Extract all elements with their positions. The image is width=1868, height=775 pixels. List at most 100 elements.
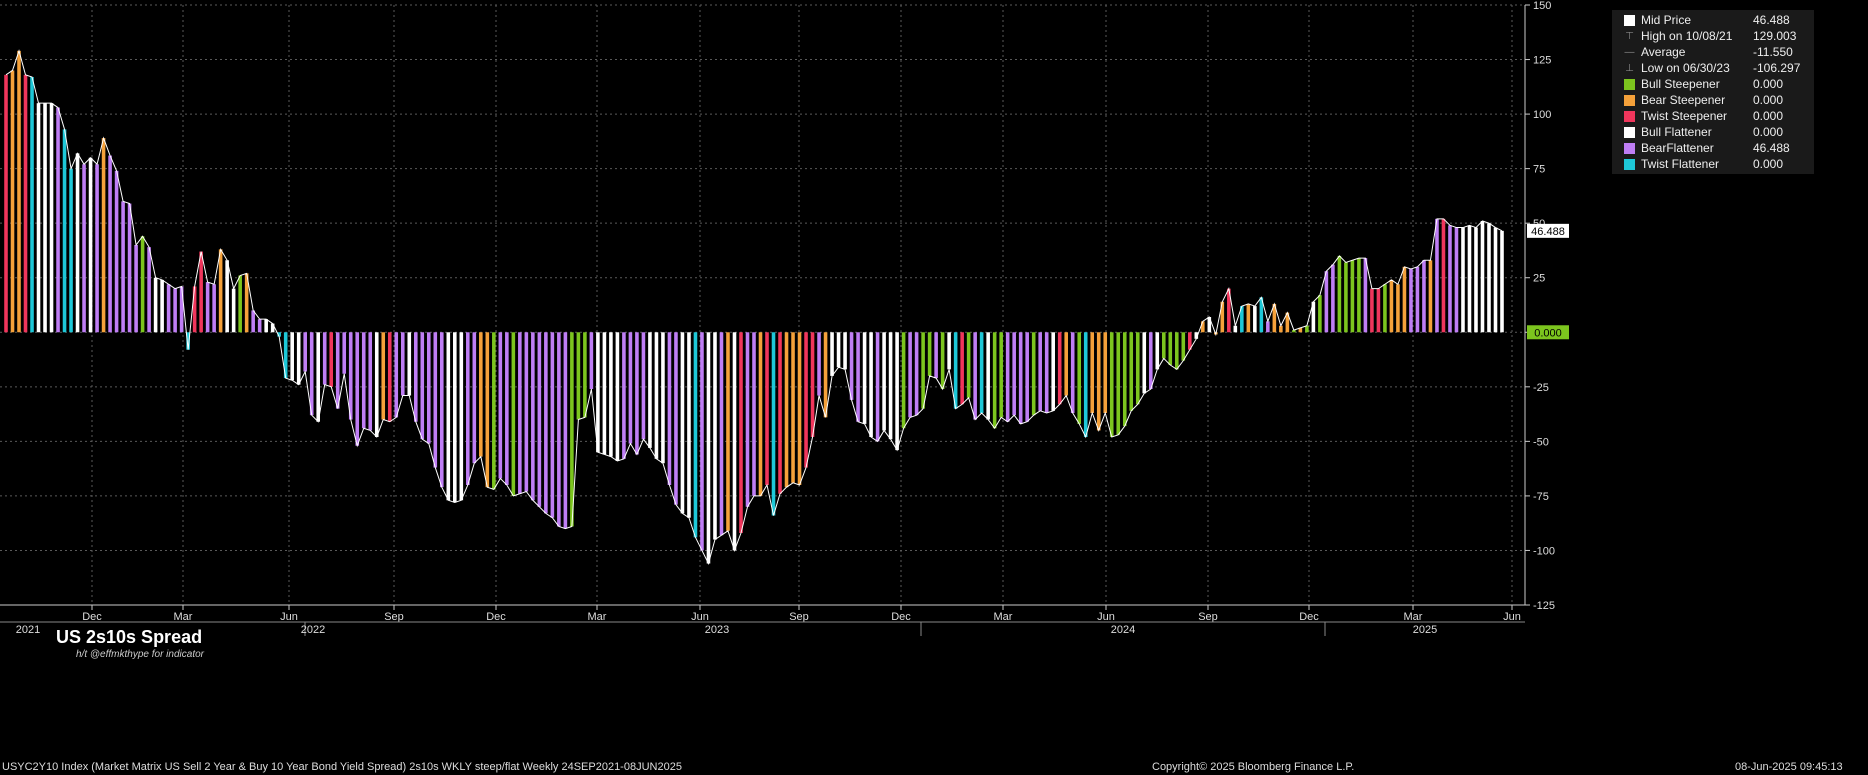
bar [69,168,73,333]
bar [413,332,418,422]
bar [849,332,854,400]
bar [426,332,431,444]
bar [966,332,971,398]
x-tick-label: Jun [1503,611,1521,623]
bar [836,332,841,368]
bar [1415,266,1420,333]
bar [1500,230,1504,333]
bar [797,332,802,485]
bar [498,332,503,479]
bar [212,284,216,333]
bar [1461,227,1465,333]
legend-value: 129.003 [1753,29,1797,43]
bar [466,332,470,485]
bar [693,332,698,538]
bar [576,332,581,420]
bar [121,201,125,333]
bar [1103,332,1108,413]
bar [10,70,15,333]
legend-label: Twist Flattener [1641,157,1720,171]
bar [394,332,399,418]
bar [43,103,47,333]
bar [537,332,542,507]
bar [433,332,438,468]
bar [1337,255,1342,333]
bar [23,74,28,333]
legend-label: Bear Steepener [1641,93,1726,107]
bar [1174,332,1179,370]
bar [583,332,587,418]
bar [674,332,678,505]
bar [953,332,958,409]
bar [908,332,912,418]
legend-row: Twist Flattener 0.000 [1612,156,1814,172]
bar [1480,221,1485,333]
bar [400,332,405,396]
bar [4,74,8,333]
bar [550,332,555,518]
bar [1201,321,1205,333]
bar [303,332,307,372]
bar [49,103,54,333]
bar [355,332,360,446]
bar [979,332,984,413]
bar [1083,332,1088,437]
bar [1246,303,1251,333]
bar [1487,223,1491,333]
bar [1402,266,1407,333]
y-tick-label: -75 [1533,491,1549,503]
x-tick-label: Jun [1097,611,1115,623]
x-tick-label: Sep [1198,611,1218,623]
bar [173,288,177,333]
bar [374,332,379,437]
bar [791,332,795,483]
bar [1025,332,1029,422]
bar [986,332,990,420]
bar [1253,306,1257,333]
legend-label: Bull Steepener [1641,77,1720,91]
bar [485,332,490,488]
bar [1181,332,1186,361]
bar [1467,225,1472,333]
footer: USYC2Y10 Index (Market Matrix US Sell 2 … [0,760,1868,775]
legend-swatch [1624,94,1635,106]
bar [218,249,223,333]
bar [1493,227,1498,333]
bar [882,332,886,431]
bar [1109,332,1114,437]
bar [641,332,646,440]
y-tick-label: -25 [1533,382,1549,394]
bar [1422,260,1426,333]
bar [1135,332,1140,405]
bar [570,332,574,527]
bar [453,332,457,503]
bar [700,332,704,551]
last-value-tag: 46.488 [1527,223,1569,238]
bar [1051,332,1055,411]
bar [960,332,964,405]
year-label: 2023 [705,624,729,636]
bar [1005,332,1010,422]
bar [921,332,925,409]
legend-swatch [1624,78,1635,90]
bar [231,288,236,333]
bar [335,332,340,409]
bar [765,332,769,485]
bar [1233,325,1238,333]
bar [361,332,366,429]
bar [544,332,548,514]
bar [166,284,171,333]
bar [446,332,451,501]
bar [596,332,600,453]
bar [862,332,867,424]
chart-subtitle: h/t @effmkthype for indicator [76,649,204,660]
legend-swatch [1624,110,1635,122]
bar [420,332,425,440]
bar [1155,332,1160,370]
zero-value-tag: 0.000 [1527,325,1569,340]
legend-label: BearFlattener [1641,141,1714,155]
bar [784,332,789,488]
bar [309,332,314,416]
y-tick-label: 150 [1533,0,1551,12]
legend-label: Mid Price [1641,13,1692,27]
